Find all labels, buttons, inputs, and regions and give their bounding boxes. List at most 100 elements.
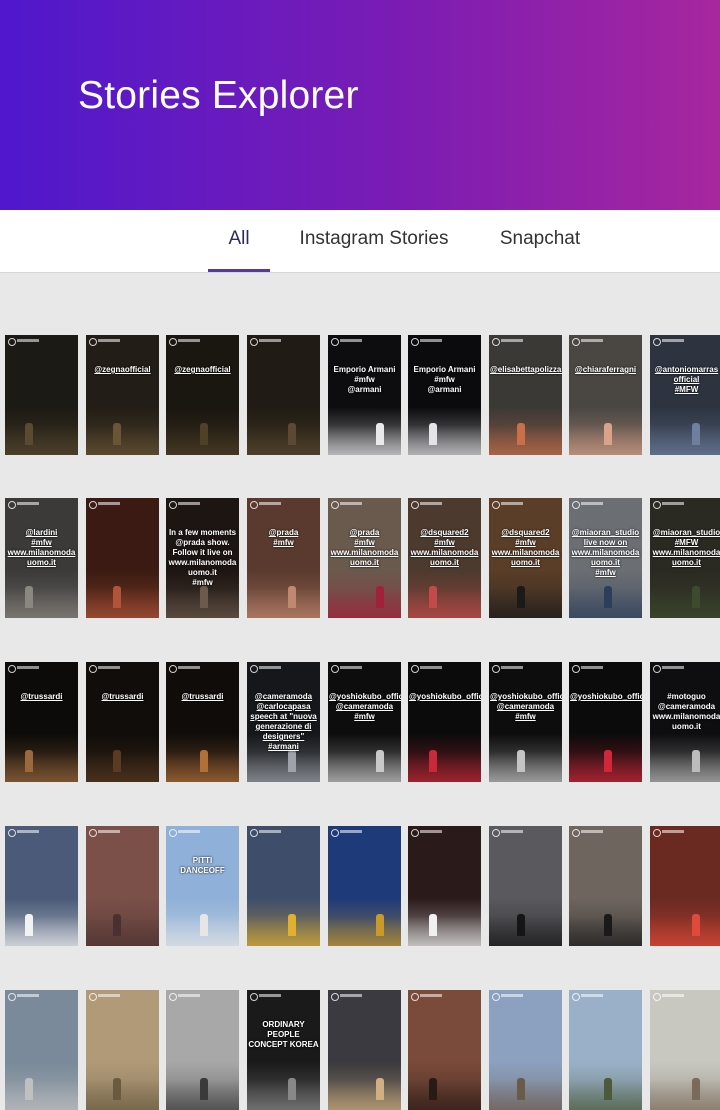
story-thumbnail[interactable]: PITTI DANCEOFF xyxy=(166,826,239,946)
story-thumbnail[interactable] xyxy=(86,826,159,946)
story-header xyxy=(489,335,562,347)
username-placeholder xyxy=(178,502,200,505)
story-thumbnail[interactable] xyxy=(5,990,78,1110)
story-header xyxy=(489,990,562,1002)
story-floor xyxy=(328,1080,401,1110)
figure-shape xyxy=(288,750,296,772)
story-thumbnail[interactable]: @zegnaofficial xyxy=(166,335,239,455)
story-thumbnail[interactable]: @prada #mfw www.milanomoda uomo.it xyxy=(328,498,401,618)
avatar-icon xyxy=(331,665,339,673)
story-caption: @miaoran_studio #MFW www.milanomoda uomo… xyxy=(652,528,720,567)
story-thumbnail[interactable]: @miaoran_studio live now on www.milanomo… xyxy=(569,498,642,618)
figure-shape xyxy=(517,1078,525,1100)
story-thumbnail[interactable]: @trussardi xyxy=(166,662,239,782)
story-thumbnail[interactable]: #motoguo @cameramoda www.milanomoda uomo… xyxy=(650,662,720,782)
story-header xyxy=(247,990,320,1002)
story-thumbnail[interactable] xyxy=(5,826,78,946)
story-thumbnail[interactable] xyxy=(408,990,481,1110)
story-thumbnail[interactable] xyxy=(408,826,481,946)
figure-shape xyxy=(113,586,121,608)
story-thumbnail[interactable]: Emporio Armani #mfw @armani xyxy=(328,335,401,455)
avatar-icon xyxy=(8,829,16,837)
story-header xyxy=(650,990,720,1002)
figure-shape xyxy=(376,1078,384,1100)
story-thumbnail[interactable] xyxy=(650,990,720,1110)
story-thumbnail[interactable]: @cameramoda @carlocapasa speech at "nuov… xyxy=(247,662,320,782)
story-thumbnail[interactable]: Emporio Armani #mfw @armani xyxy=(408,335,481,455)
story-thumbnail[interactable]: @prada #mfw xyxy=(247,498,320,618)
figure-shape xyxy=(517,750,525,772)
story-thumbnail[interactable]: @dsquared2 #mfw www.milanomoda uomo.it xyxy=(408,498,481,618)
story-thumbnail[interactable]: @chiaraferragni xyxy=(569,335,642,455)
story-floor xyxy=(650,588,720,618)
story-thumbnail[interactable]: In a few moments @prada show. Follow it … xyxy=(166,498,239,618)
story-header xyxy=(328,662,401,674)
story-floor xyxy=(86,1080,159,1110)
username-placeholder xyxy=(420,830,442,833)
story-thumbnail[interactable] xyxy=(328,826,401,946)
story-header xyxy=(166,826,239,838)
story-thumbnail[interactable] xyxy=(328,990,401,1110)
figure-shape xyxy=(288,586,296,608)
avatar-icon xyxy=(8,338,16,346)
story-header xyxy=(166,335,239,347)
story-thumbnail[interactable] xyxy=(5,335,78,455)
story-thumbnail[interactable] xyxy=(247,826,320,946)
story-thumbnail[interactable]: @lardini #mfw www.milanomoda uomo.it xyxy=(5,498,78,618)
story-thumbnail[interactable]: @trussardi xyxy=(5,662,78,782)
figure-shape xyxy=(604,423,612,445)
story-header xyxy=(569,335,642,347)
story-caption: @miaoran_studio live now on www.milanomo… xyxy=(571,528,640,577)
story-thumbnail[interactable]: @miaoran_studio #MFW www.milanomoda uomo… xyxy=(650,498,720,618)
story-thumbnail[interactable]: @trussardi xyxy=(86,662,159,782)
story-floor xyxy=(408,588,481,618)
story-caption: @antoniomarras official #MFW xyxy=(654,365,719,394)
story-thumbnail[interactable] xyxy=(650,826,720,946)
story-thumbnail[interactable]: @elisabettapolizzani xyxy=(489,335,562,455)
story-caption: @lardini #mfw www.milanomoda uomo.it xyxy=(7,528,76,567)
story-thumbnail[interactable] xyxy=(569,990,642,1110)
story-thumbnail[interactable] xyxy=(569,826,642,946)
figure-shape xyxy=(113,1078,121,1100)
username-placeholder xyxy=(259,830,281,833)
username-placeholder xyxy=(420,339,442,342)
avatar-icon xyxy=(572,993,580,1001)
figure-shape xyxy=(604,750,612,772)
story-header xyxy=(86,662,159,674)
story-thumbnail[interactable]: @antoniomarras official #MFW xyxy=(650,335,720,455)
story-thumbnail[interactable]: @yoshiokubo_official @cameramoda #mfw xyxy=(489,662,562,782)
story-thumbnail[interactable] xyxy=(166,990,239,1110)
story-thumbnail[interactable] xyxy=(489,990,562,1110)
figure-shape xyxy=(200,750,208,772)
story-thumbnail[interactable]: @yoshiokubo_official xyxy=(408,662,481,782)
story-floor xyxy=(408,752,481,782)
story-thumbnail[interactable] xyxy=(86,990,159,1110)
figure-shape xyxy=(200,914,208,936)
username-placeholder xyxy=(340,339,362,342)
story-floor xyxy=(247,1080,320,1110)
username-placeholder xyxy=(98,666,120,669)
story-thumbnail[interactable]: @yoshiokubo_official @cameramoda #mfw xyxy=(328,662,401,782)
avatar-icon xyxy=(169,829,177,837)
username-placeholder xyxy=(662,339,684,342)
story-caption: @chiaraferragni xyxy=(574,365,637,374)
story-thumbnail[interactable]: @zegnaofficial xyxy=(86,335,159,455)
story-caption: In a few moments @prada show. Follow it … xyxy=(168,528,237,587)
username-placeholder xyxy=(259,994,281,997)
avatar-icon xyxy=(331,993,339,1001)
story-thumbnail[interactable]: @yoshiokubo_official xyxy=(569,662,642,782)
avatar-icon xyxy=(653,665,661,673)
username-placeholder xyxy=(662,830,684,833)
story-header xyxy=(489,662,562,674)
story-thumbnail[interactable] xyxy=(247,335,320,455)
figure-shape xyxy=(25,914,33,936)
story-thumbnail[interactable]: @dsquared2 #mfw www.milanomoda uomo.it xyxy=(489,498,562,618)
figure-shape xyxy=(25,423,33,445)
avatar-icon xyxy=(572,501,580,509)
avatar-icon xyxy=(250,665,258,673)
story-header xyxy=(166,662,239,674)
avatar-icon xyxy=(492,338,500,346)
story-thumbnail[interactable] xyxy=(489,826,562,946)
story-thumbnail[interactable] xyxy=(86,498,159,618)
story-thumbnail[interactable]: ORDINARY PEOPLE CONCEPT KOREA xyxy=(247,990,320,1110)
